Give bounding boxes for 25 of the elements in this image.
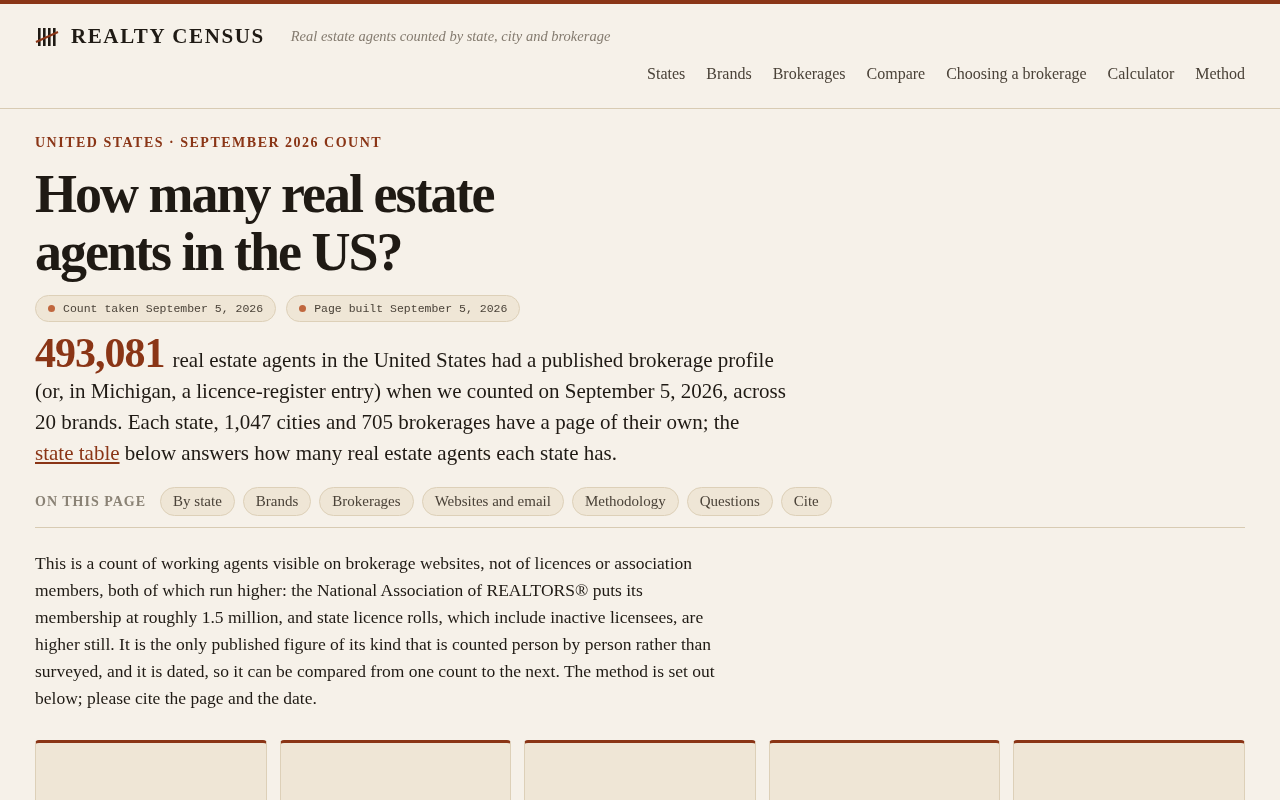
note-paragraph: This is a count of working agents visible on brokerage websites, not of licences or association members, both of which run higher: the National Association of REALTORS® puts its membership at roughly 1.5 million, and state licence rolls, which include inactive licensees, are higher still. It is the only published figure of its kind that is counted person by person rather than surveyed, and it is dated, so it can be compared from one count to the next. The method is set out below; please cite the page and the date.	[35, 552, 716, 710]
nav-link[interactable]: Method	[1195, 65, 1245, 83]
jump-link[interactable]: Brands	[242, 487, 312, 516]
lead-paragraph: 493,081 real estate agents in the United States had a published brokerage profile (or, in Michigan, a licence-register entry) when we counted on September 5, 2026, across 20 brands. Each state, 1,047 cities and 705 brokerages have a page of their own; the state table below answers how many real estate agents each state has.	[35, 338, 787, 467]
date-stamp-text: Page built September 5, 2026	[314, 302, 508, 315]
state-table-link[interactable]: state table	[35, 441, 120, 465]
jump-link[interactable]: By state	[160, 487, 235, 516]
jump-link[interactable]: Cite	[780, 487, 832, 516]
site-title[interactable]: REALTY CENSUS	[71, 24, 265, 49]
section-label: ON THIS PAGE	[35, 493, 147, 510]
date-stamp-text: Count taken September 5, 2026	[63, 302, 264, 315]
page-title: How many real estate agents in the US?	[35, 165, 495, 281]
eyebrow: UNITED STATES · SEPTEMBER 2026 COUNT	[35, 135, 384, 151]
jump-link[interactable]: Questions	[686, 487, 773, 516]
jump-link[interactable]: Brokerages	[319, 487, 414, 516]
jump-link[interactable]: Websites and email	[421, 487, 564, 516]
nav-link[interactable]: Brands	[706, 65, 752, 83]
nav-link[interactable]: Brokerages	[772, 65, 846, 83]
site-tagline: Real estate agents counted by state, city and brokerage	[290, 28, 611, 45]
nav-link[interactable]: Choosing a brokerage	[946, 65, 1087, 83]
nav-link[interactable]: Calculator	[1107, 65, 1175, 83]
jump-link[interactable]: Methodology	[571, 487, 679, 516]
nav-link[interactable]: States	[647, 65, 686, 83]
nav-link[interactable]: Compare	[866, 65, 926, 83]
tally-icon	[35, 26, 59, 47]
